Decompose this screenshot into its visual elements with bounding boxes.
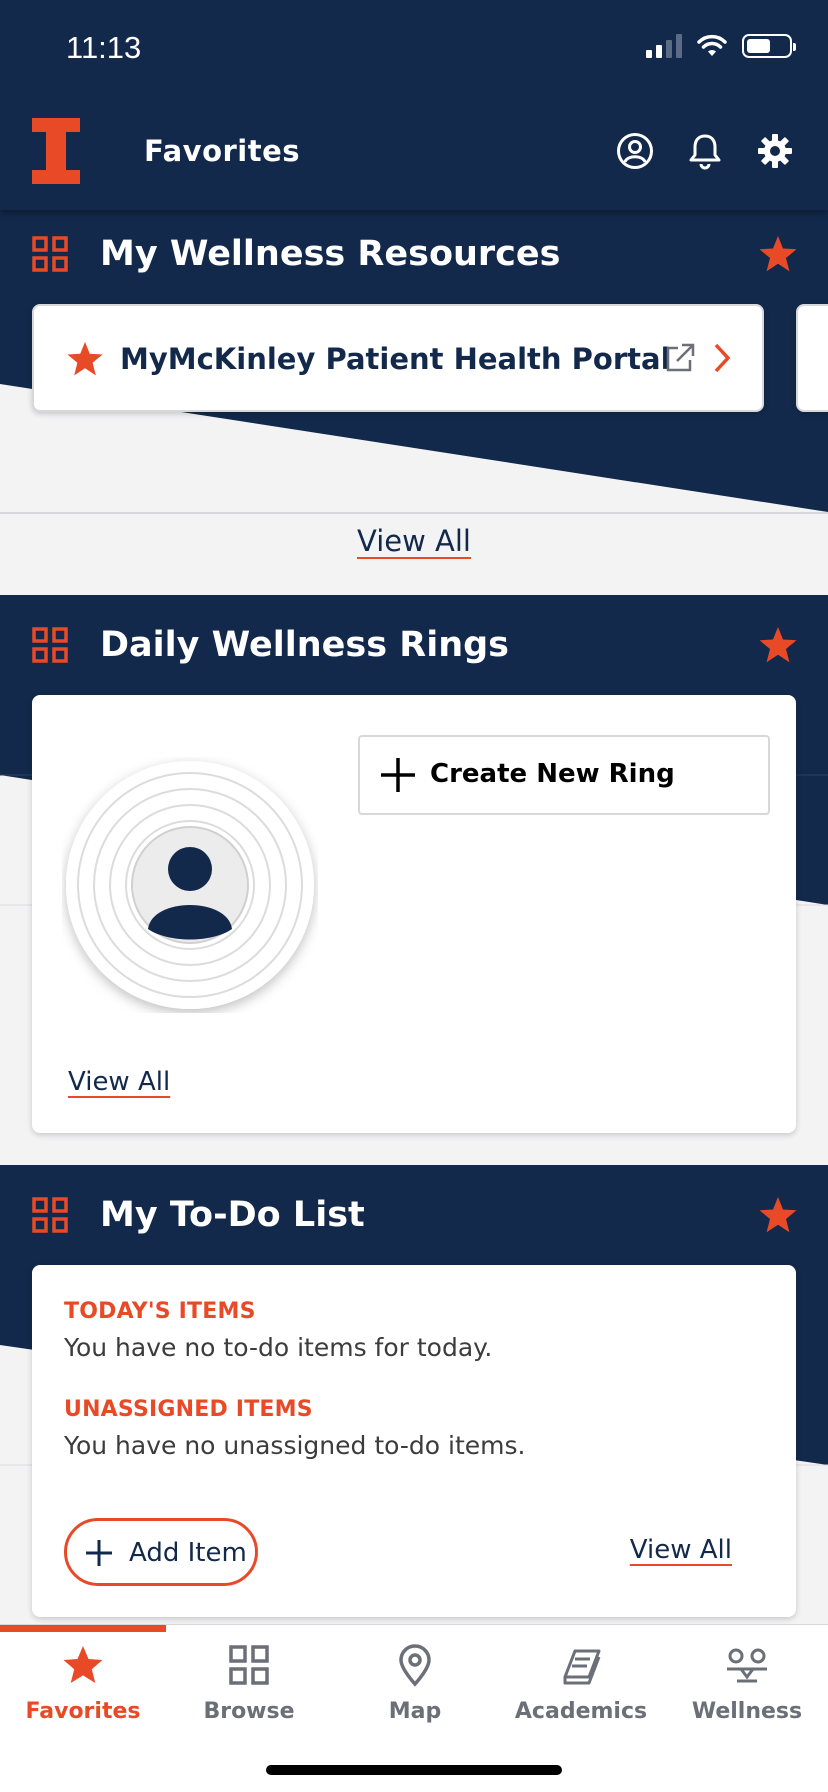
tab-label: Academics (514, 1699, 648, 1724)
section-title: My Wellness Resources (100, 234, 561, 274)
wellness-rings-header: Daily Wellness Rings (0, 595, 828, 695)
unassigned-items-empty-text: You have no unassigned to-do items. (64, 1431, 526, 1460)
plus-icon (381, 758, 415, 792)
tab-label: Map (388, 1699, 442, 1724)
wifi-icon (697, 34, 727, 56)
page-title: Favorites (144, 134, 301, 168)
tab-wellness[interactable]: Wellness (664, 1643, 828, 1753)
plus-icon (86, 1540, 112, 1566)
wellness-ring-graphic[interactable] (62, 757, 318, 1013)
battery-icon (742, 34, 796, 58)
section-title: My To-Do List (100, 1195, 365, 1235)
wellness-rings-view-all[interactable]: View All (68, 1067, 170, 1097)
block-i-logo-icon[interactable] (32, 118, 80, 184)
status-icons (646, 34, 796, 58)
external-link-icon (666, 343, 695, 372)
wellness-rings-card: Create New Ring View All (32, 695, 796, 1133)
top-bar: 11:13 Favorites (0, 0, 828, 210)
tab-label: Browse (203, 1699, 295, 1724)
star-icon (63, 1646, 103, 1683)
status-time: 11:13 (66, 30, 142, 65)
wellness-resources-view-all[interactable]: View All (0, 524, 828, 558)
resource-title: MyMcKinley Patient Health Portal (120, 342, 671, 376)
active-tab-indicator (0, 1625, 166, 1632)
notifications-button[interactable] (686, 132, 724, 170)
drag-grid-icon[interactable] (32, 627, 68, 663)
header-actions (616, 132, 794, 170)
tab-label: Favorites (25, 1699, 141, 1724)
profile-button[interactable] (616, 132, 654, 170)
drag-grid-icon[interactable] (32, 236, 68, 272)
books-icon (563, 1649, 601, 1685)
unassigned-items-heading: UNASSIGNED ITEMS (64, 1397, 313, 1422)
favorite-star-icon[interactable] (758, 234, 798, 274)
favorite-star-icon[interactable] (758, 1195, 798, 1235)
cellular-signal-icon (646, 34, 682, 58)
wellness-resources-header: My Wellness Resources (0, 204, 828, 304)
add-item-button[interactable]: Add Item (64, 1518, 258, 1586)
add-item-label: Add Item (129, 1538, 247, 1568)
create-new-ring-button[interactable]: Create New Ring (358, 735, 770, 815)
tab-browse[interactable]: Browse (166, 1643, 332, 1753)
chevron-right-icon (714, 343, 731, 373)
bell-icon (689, 134, 721, 170)
gear-icon (758, 134, 792, 168)
todo-card: TODAY'S ITEMS You have no to-do items fo… (32, 1265, 796, 1617)
grid-icon (229, 1645, 269, 1685)
divider (0, 512, 828, 514)
tab-academics[interactable]: Academics (498, 1643, 664, 1753)
favorite-star-icon[interactable] (66, 340, 104, 378)
resource-card[interactable]: MyMcKinley Patient Health Portal (32, 304, 764, 412)
favorite-star-icon[interactable] (758, 625, 798, 665)
settings-button[interactable] (756, 132, 794, 170)
home-indicator[interactable] (266, 1765, 562, 1775)
map-pin-icon (399, 1644, 431, 1687)
section-title: Daily Wellness Rings (100, 625, 510, 665)
create-new-ring-label: Create New Ring (430, 759, 675, 789)
resource-card-next[interactable] (796, 304, 828, 412)
user-circle-icon (617, 133, 653, 169)
tab-favorites[interactable]: Favorites (0, 1643, 166, 1753)
wellness-icon (727, 1648, 767, 1683)
todays-items-empty-text: You have no to-do items for today. (64, 1333, 493, 1362)
tab-map[interactable]: Map (332, 1643, 498, 1753)
todays-items-heading: TODAY'S ITEMS (64, 1299, 256, 1324)
drag-grid-icon[interactable] (32, 1197, 68, 1233)
todo-view-all[interactable]: View All (630, 1535, 732, 1565)
tab-label: Wellness (691, 1699, 803, 1724)
todo-header: My To-Do List (0, 1165, 828, 1265)
